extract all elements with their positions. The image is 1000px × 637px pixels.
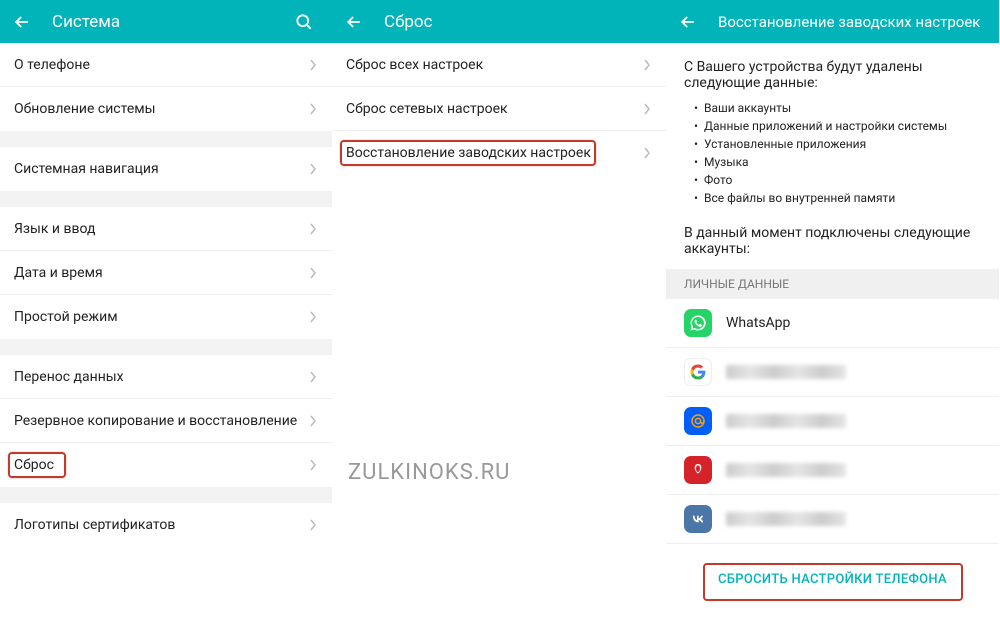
item-label: Сброс сетевых настроек (346, 101, 642, 117)
blurred-label (726, 512, 846, 526)
description: С Вашего устройства будут удалены следую… (666, 43, 999, 215)
item-label: Логотипы сертификатов (14, 517, 308, 533)
watermark: ZULKINOKS.RU (348, 460, 510, 485)
chevron-right-icon (642, 104, 652, 114)
blurred-label (726, 365, 846, 379)
item-label: Перенос данных (14, 369, 308, 385)
chevron-right-icon (308, 460, 318, 470)
back-icon[interactable] (676, 10, 700, 34)
item-label: Восстановление заводских настроек (346, 145, 642, 161)
item-label: Системная навигация (14, 161, 308, 177)
back-icon[interactable] (10, 10, 34, 34)
header: Восстановление заводских настроек (666, 0, 999, 43)
list-item-lang[interactable]: Язык и ввод (0, 207, 332, 251)
page-title: Сброс (384, 12, 656, 32)
list-item-reset-network[interactable]: Сброс сетевых настроек (332, 87, 666, 131)
item-label: Резервное копирование и восстановление (14, 413, 308, 429)
back-icon[interactable] (342, 10, 366, 34)
account-mailru[interactable] (666, 397, 999, 446)
item-label: Сброс всех настроек (346, 57, 642, 73)
list-item-reset[interactable]: Сброс (0, 443, 332, 487)
pane-factory-reset: Восстановление заводских настроек С Ваше… (666, 0, 999, 637)
chevron-right-icon (642, 60, 652, 70)
chevron-right-icon (308, 416, 318, 426)
list: О телефоне Обновление системы Системная … (0, 43, 332, 637)
content: С Вашего устройства будут удалены следую… (666, 43, 999, 637)
spacer (0, 487, 332, 503)
bullet: Музыка (694, 153, 981, 171)
blurred-label (726, 414, 846, 428)
account-google[interactable] (666, 348, 999, 397)
spacer (0, 131, 332, 147)
whatsapp-icon (684, 309, 712, 337)
account-vk[interactable] (666, 495, 999, 544)
list: Сброс всех настроек Сброс сетевых настро… (332, 43, 666, 637)
mailru-icon (684, 407, 712, 435)
vk-icon (684, 505, 712, 533)
list-item-factory-reset[interactable]: Восстановление заводских настроек (332, 131, 666, 175)
list-item-datetime[interactable]: Дата и время (0, 251, 332, 295)
item-label: О телефоне (14, 57, 308, 73)
desc-title: С Вашего устройства будут удалены следую… (684, 59, 981, 91)
account-huawei[interactable] (666, 446, 999, 495)
bullet: Данные приложений и настройки системы (694, 117, 981, 135)
desc-list: Ваши аккаунты Данные приложений и настро… (684, 99, 981, 207)
page-title: Система (52, 12, 292, 32)
header: Сброс (332, 0, 666, 43)
chevron-right-icon (308, 372, 318, 382)
list-item-transfer[interactable]: Перенос данных (0, 355, 332, 399)
list-item-about[interactable]: О телефоне (0, 43, 332, 87)
bullet: Ваши аккаунты (694, 99, 981, 117)
item-label: Язык и ввод (14, 221, 308, 237)
account-label: WhatsApp (726, 315, 790, 331)
item-label: Дата и время (14, 265, 308, 281)
chevron-right-icon (642, 148, 652, 158)
list-item-update[interactable]: Обновление системы (0, 87, 332, 131)
huawei-icon (684, 456, 712, 484)
header: Система (0, 0, 332, 43)
google-icon (684, 358, 712, 386)
spacer (0, 339, 332, 355)
bullet: Фото (694, 171, 981, 189)
list-item-reset-all[interactable]: Сброс всех настроек (332, 43, 666, 87)
item-label: Сброс (14, 457, 308, 473)
list-item-logos[interactable]: Логотипы сертификатов (0, 503, 332, 547)
blurred-label (726, 463, 846, 477)
chevron-right-icon (308, 224, 318, 234)
list-item-backup[interactable]: Резервное копирование и восстановление (0, 399, 332, 443)
connected-text: В данный момент подключены следующие акк… (666, 215, 999, 269)
list-item-navigation[interactable]: Системная навигация (0, 147, 332, 191)
list-item-simple[interactable]: Простой режим (0, 295, 332, 339)
chevron-right-icon (308, 60, 318, 70)
spacer (0, 191, 332, 207)
chevron-right-icon (308, 268, 318, 278)
item-label: Простой режим (14, 309, 308, 325)
pane-reset: Сброс Сброс всех настроек Сброс сетевых … (332, 0, 666, 637)
pane-system: Система О телефоне Обновление системы Си… (0, 0, 332, 637)
chevron-right-icon (308, 164, 318, 174)
bullet: Установленные приложения (694, 135, 981, 153)
chevron-right-icon (308, 312, 318, 322)
page-title: Восстановление заводских настроек (718, 13, 989, 31)
reset-button[interactable]: СБРОСИТЬ НАСТРОЙКИ ТЕЛЕФОНА (704, 562, 961, 597)
chevron-right-icon (308, 520, 318, 530)
section-header: ЛИЧНЫЕ ДАННЫЕ (666, 269, 999, 299)
account-whatsapp[interactable]: WhatsApp (666, 299, 999, 348)
item-label: Обновление системы (14, 101, 308, 117)
bullet: Все файлы во внутренней памяти (694, 189, 981, 207)
search-icon[interactable] (292, 10, 316, 34)
chevron-right-icon (308, 104, 318, 114)
